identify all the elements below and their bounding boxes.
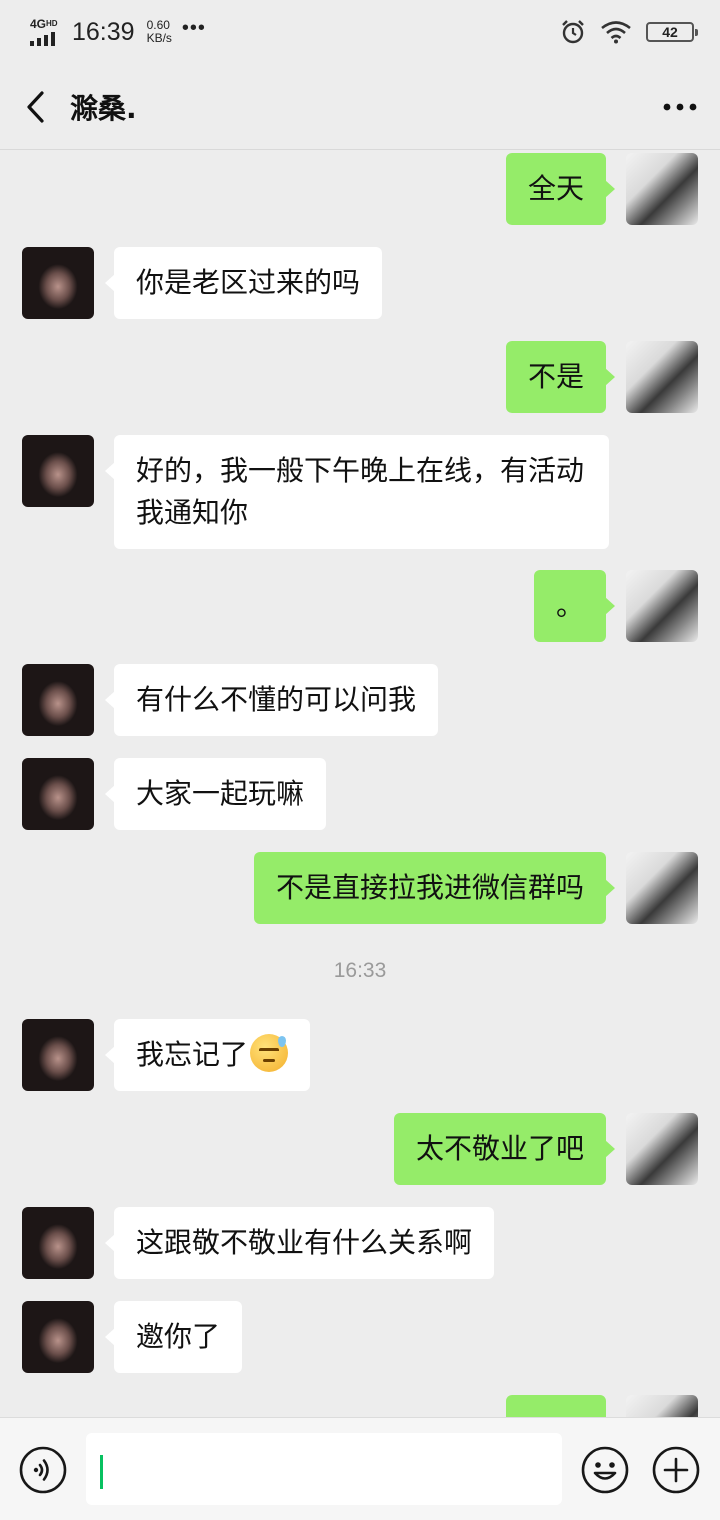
- incoming-bubble[interactable]: 大家一起玩嘛: [104, 758, 327, 830]
- chat-header: 滁桑.: [0, 64, 720, 150]
- incoming-bubble[interactable]: 好的，我一般下午晚上在线，有活动我通知你: [105, 435, 609, 549]
- chevron-left-icon: [27, 90, 44, 123]
- my-avatar[interactable]: [626, 1395, 698, 1417]
- sweat-smile-emoji: [250, 1034, 289, 1072]
- message-input[interactable]: [86, 1433, 562, 1505]
- incoming-bubble[interactable]: 邀你了: [104, 1301, 243, 1373]
- voice-button[interactable]: [19, 1446, 67, 1494]
- more-notifications-icon: •••: [181, 16, 206, 39]
- outgoing-bubble[interactable]: 。: [533, 570, 616, 642]
- battery-icon: 42: [646, 22, 698, 42]
- plus-icon: [652, 1446, 700, 1494]
- battery-level: 42: [662, 24, 678, 40]
- text-caret: [100, 1455, 103, 1489]
- message-list[interactable]: 全天 你是老区过来的吗 不是 好的，我一般下午晚上在线，有活动我通知你 。 有什…: [0, 151, 720, 1417]
- timestamp-separator: 16:33: [333, 959, 387, 982]
- status-bar: 4GHD 16:39 0.60 KB/s ••• 42: [0, 0, 720, 64]
- network-type: 4G: [30, 17, 47, 31]
- my-avatar[interactable]: [626, 153, 698, 225]
- outgoing-bubble[interactable]: [506, 1395, 606, 1417]
- contact-avatar[interactable]: [22, 1019, 94, 1091]
- signal-icon: [30, 32, 66, 46]
- more-actions-button[interactable]: [652, 1446, 700, 1494]
- wifi-icon: [601, 21, 631, 44]
- my-avatar[interactable]: [626, 570, 698, 642]
- incoming-bubble[interactable]: 有什么不懂的可以问我: [104, 664, 439, 736]
- contact-avatar[interactable]: [22, 1207, 94, 1279]
- network-speed: 0.60 KB/s: [147, 19, 172, 45]
- more-button[interactable]: [640, 64, 720, 150]
- page-title: 滁桑.: [70, 91, 137, 125]
- contact-avatar[interactable]: [22, 758, 94, 830]
- outgoing-bubble[interactable]: 不是: [505, 341, 616, 413]
- emoji-button[interactable]: [581, 1446, 629, 1494]
- contact-avatar[interactable]: [22, 247, 94, 319]
- message-text: 我忘记了: [136, 1038, 249, 1071]
- network-indicator: 4GHD: [30, 18, 66, 46]
- network-hd: HD: [46, 19, 58, 28]
- input-bar: [0, 1417, 720, 1520]
- voice-icon: [19, 1446, 67, 1494]
- back-button[interactable]: [0, 64, 70, 150]
- chat-screen: 4GHD 16:39 0.60 KB/s ••• 42 滁桑. 全天 你是老区过…: [0, 0, 720, 1520]
- alarm-clock-icon: [562, 20, 584, 44]
- my-avatar[interactable]: [626, 852, 698, 924]
- emoji-icon: [581, 1446, 629, 1494]
- my-avatar[interactable]: [626, 341, 698, 413]
- my-avatar[interactable]: [626, 1113, 698, 1185]
- contact-avatar[interactable]: [22, 1301, 94, 1373]
- speed-unit: KB/s: [146, 31, 172, 45]
- outgoing-bubble[interactable]: 太不敬业了吧: [393, 1113, 616, 1185]
- outgoing-bubble[interactable]: 不是直接拉我进微信群吗: [253, 852, 616, 924]
- more-dots-icon: [663, 103, 697, 110]
- status-time: 16:39: [72, 17, 135, 46]
- contact-avatar[interactable]: [22, 664, 94, 736]
- incoming-bubble[interactable]: 这跟敬不敬业有什么关系啊: [104, 1207, 495, 1279]
- incoming-bubble[interactable]: 我忘记了: [104, 1019, 311, 1091]
- contact-avatar[interactable]: [22, 435, 94, 507]
- incoming-bubble[interactable]: 你是老区过来的吗: [104, 247, 383, 319]
- outgoing-bubble[interactable]: 全天: [505, 153, 616, 225]
